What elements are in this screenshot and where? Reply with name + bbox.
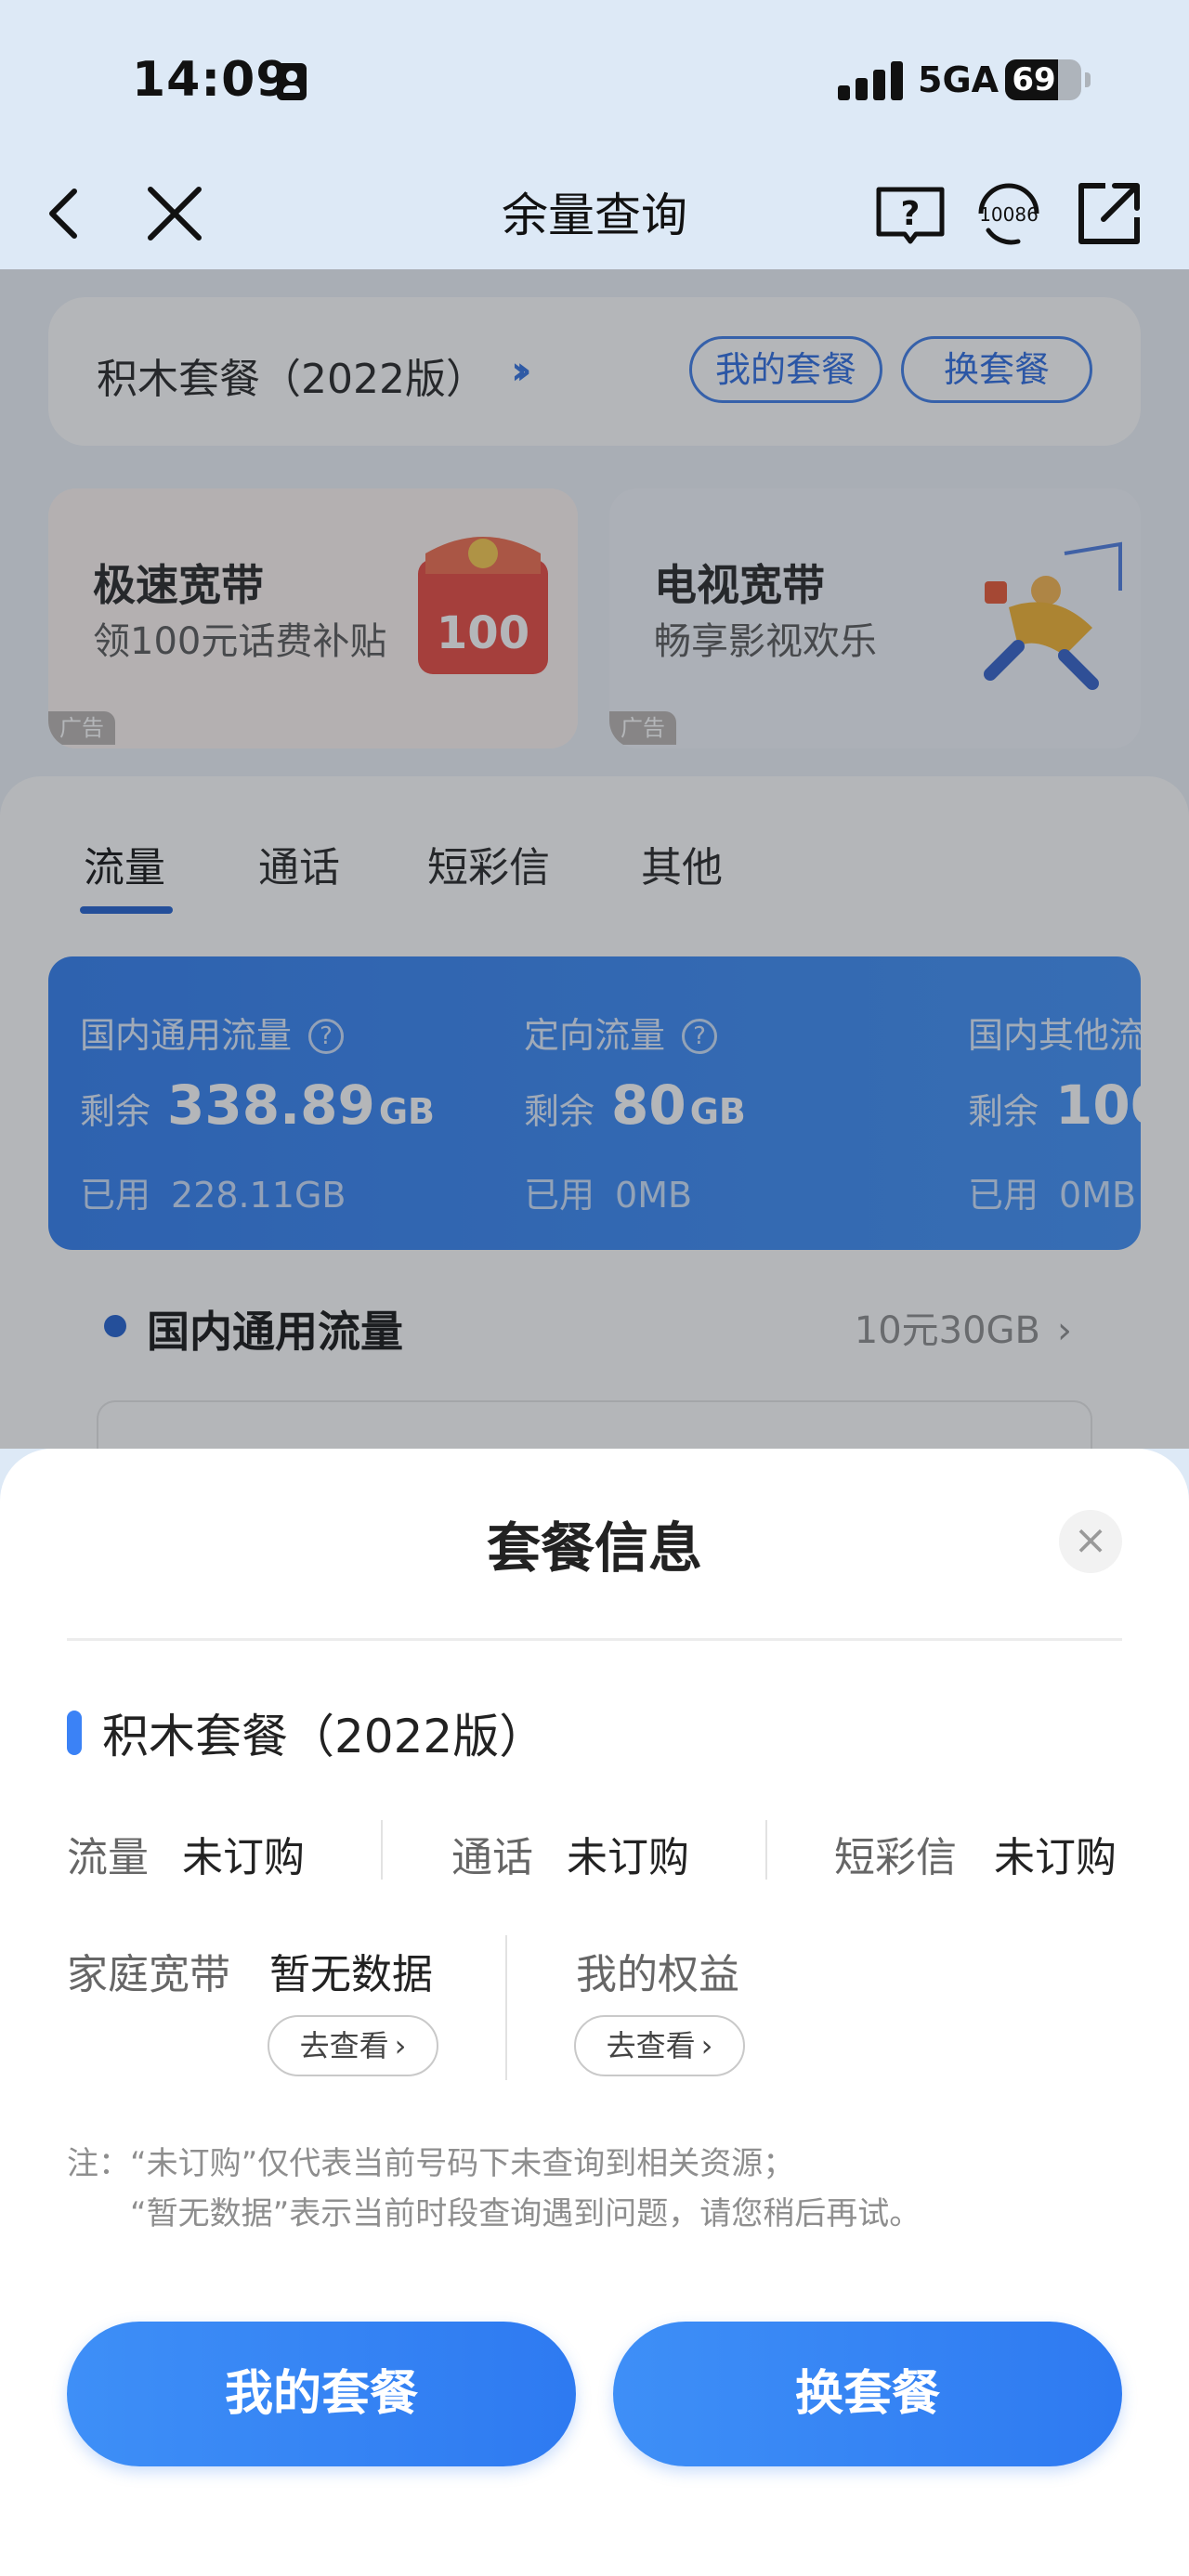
change-plan-button[interactable]: 换套餐 (613, 2322, 1122, 2466)
plan-info-sheet: 套餐信息 × 积木套餐（2022版） 流量 未订购 通话 未订购 短彩信 未订购… (0, 1449, 1189, 2576)
chevron-right-icon: › (394, 2028, 407, 2063)
battery-icon: 69 (1005, 59, 1081, 100)
info-value-calls: 未订购 (567, 1834, 689, 1881)
chevron-right-icon: › (700, 2028, 713, 2063)
help-button[interactable]: ? (873, 176, 947, 251)
svg-text:?: ? (901, 195, 921, 233)
help-book-icon: ? (876, 187, 945, 244)
note-line-2: “暂无数据”表示当前时段查询遇到问题，请您稍后再试。 (130, 2195, 921, 2232)
cellular-signal-icon (838, 61, 903, 100)
status-bar: 14:09 5GA 69 (0, 0, 1189, 158)
divider (505, 1935, 507, 2080)
info-label-calls: 通话 (451, 1834, 533, 1881)
contact-card-icon (277, 63, 307, 100)
note-line-1: 注：“未订购”仅代表当前号码下未查询到相关资源； (67, 2145, 795, 2182)
section-accent-bar (67, 1711, 82, 1755)
divider (381, 1820, 383, 1880)
battery-cap (1085, 72, 1091, 87)
sheet-plan-name: 积木套餐（2022版） (102, 1710, 546, 1763)
info-label-my-benefits: 我的权益 (576, 1951, 739, 1998)
share-button[interactable] (1072, 176, 1146, 251)
info-value-data: 未订购 (182, 1834, 305, 1881)
divider (67, 1638, 1122, 1641)
info-label-sms: 短彩信 (834, 1834, 957, 1881)
headset-icon: 10086 (978, 183, 1039, 245)
divider (765, 1820, 767, 1880)
customer-service-button[interactable]: 10086 (972, 176, 1046, 251)
my-plan-button[interactable]: 我的套餐 (67, 2322, 576, 2466)
modal-backdrop[interactable] (0, 269, 1189, 1449)
view-button-label: 去查看 (299, 2028, 389, 2063)
view-benefits-button[interactable]: 去查看 › (574, 2015, 745, 2076)
nav-bar: 余量查询 ? 10086 (0, 158, 1189, 269)
info-label-home-broadband: 家庭宽带 (67, 1951, 230, 1998)
info-label-data: 流量 (67, 1834, 149, 1881)
status-time: 14:09 (132, 52, 291, 108)
view-button-label: 去查看 (606, 2028, 696, 2063)
info-value-home-broadband: 暂无数据 (269, 1951, 433, 1998)
share-icon (1078, 183, 1140, 244)
battery-level: 69 (1012, 61, 1056, 98)
close-icon: × (1073, 1516, 1108, 1564)
view-broadband-button[interactable]: 去查看 › (268, 2015, 438, 2076)
info-value-sms: 未订购 (994, 1834, 1117, 1881)
svg-text:10086: 10086 (979, 203, 1039, 226)
close-sheet-button[interactable]: × (1059, 1510, 1122, 1573)
network-type: 5GA (918, 59, 1000, 100)
sheet-title: 套餐信息 (486, 1516, 702, 1580)
